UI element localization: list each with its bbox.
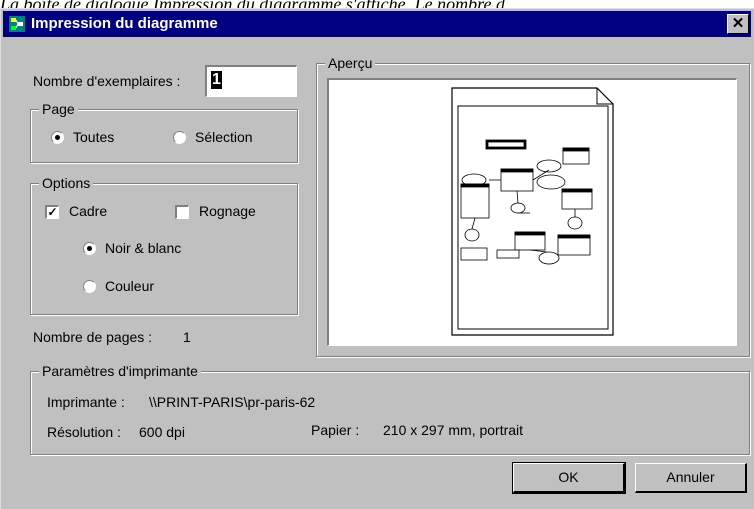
paper-label: Papier :	[311, 422, 360, 438]
radio-couleur-label: Couleur	[105, 278, 155, 294]
close-button[interactable]: ✕	[727, 14, 749, 34]
copies-input[interactable]: 1	[205, 65, 297, 97]
radio-selection-label: Sélection	[195, 129, 253, 145]
page-group: Page Toutes Sélection	[30, 101, 298, 163]
options-group-legend: Options	[39, 175, 94, 191]
page-count-value: 1	[183, 329, 191, 345]
cadre-label: Cadre	[69, 203, 108, 219]
rognage-checkbox[interactable]	[175, 205, 189, 219]
radio-toutes[interactable]	[51, 131, 64, 144]
close-icon: ✕	[731, 15, 745, 32]
printer-params-group: Paramètres d'imprimante Imprimante : \\P…	[30, 363, 750, 455]
radio-noir-blanc[interactable]	[83, 242, 96, 255]
page-count-label: Nombre de pages :	[33, 329, 153, 345]
preview-area	[327, 78, 737, 346]
radio-noir-blanc-label: Noir & blanc	[105, 240, 182, 256]
rognage-label: Rognage	[199, 203, 256, 219]
preview-group: Aperçu	[316, 55, 750, 357]
copies-value: 1	[211, 71, 222, 89]
radio-toutes-label: Toutes	[73, 129, 115, 145]
radio-selection[interactable]	[173, 131, 186, 144]
page-group-legend: Page	[39, 101, 78, 117]
printer-params-legend: Paramètres d'imprimante	[39, 363, 201, 379]
diagram-app-icon	[9, 16, 25, 32]
cancel-button[interactable]: Annuler	[635, 463, 747, 493]
copies-label: Nombre d'exemplaires :	[33, 73, 181, 89]
preview-legend: Aperçu	[325, 55, 376, 71]
options-group: Options ✓ Cadre Rognage Noir & blanc Cou…	[30, 175, 298, 315]
cadre-checkbox[interactable]: ✓	[45, 205, 59, 219]
printer-label: Imprimante :	[47, 394, 125, 410]
ok-button[interactable]: OK	[512, 462, 626, 494]
page-preview	[451, 87, 614, 336]
radio-couleur[interactable]	[83, 280, 96, 293]
resolution-label: Résolution :	[47, 424, 121, 440]
paper-value: 210 x 297 mm, portrait	[383, 422, 524, 438]
resolution-value: 600 dpi	[139, 424, 185, 440]
title-bar[interactable]: Impression du diagramme ✕	[3, 11, 751, 37]
printer-value: \\PRINT-PARIS\pr-paris-62	[149, 394, 316, 410]
print-dialog: Impression du diagramme ✕ Nombre d'exemp…	[0, 8, 754, 509]
dialog-title: Impression du diagramme	[31, 15, 218, 32]
